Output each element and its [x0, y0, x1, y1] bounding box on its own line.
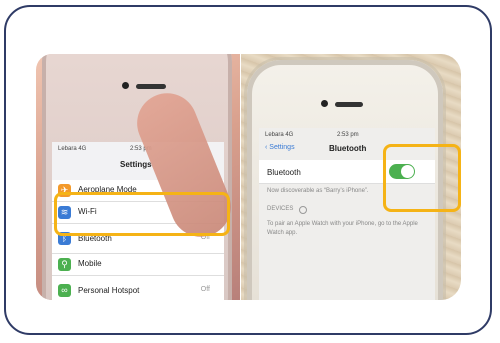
status-carrier: Lebara 4G [265, 132, 294, 138]
page-title: Settings [120, 160, 152, 169]
status-time: 2:53 pm [337, 132, 359, 138]
discoverable-text: Now discoverable as “Barry’s iPhone”. [267, 188, 369, 194]
status-carrier: Lebara 4G [58, 146, 87, 152]
row-value: Off [200, 286, 210, 293]
camera-icon [321, 100, 328, 107]
camera-icon [122, 82, 129, 89]
loading-spinner-icon [299, 206, 307, 214]
page-title: Bluetooth [329, 144, 367, 153]
speaker-grille [136, 84, 166, 89]
antenna-icon: ⚲ [58, 258, 71, 271]
back-button[interactable]: ‹ Settings [265, 144, 295, 151]
settings-photo: Lebara 4G 2:53 pm Settings ✈ Aeroplane M… [36, 54, 240, 300]
row-label: Mobile [78, 259, 102, 268]
speaker-grille [335, 102, 363, 107]
row-label: Personal Hotspot [78, 286, 140, 295]
settings-row-mobile[interactable]: ⚲ Mobile [52, 254, 224, 276]
pair-instructions: To pair an Apple Watch with your iPhone,… [267, 221, 418, 236]
bluetooth-label: Bluetooth [267, 168, 301, 177]
toggle-highlight [383, 144, 461, 212]
bluetooth-photo: Lebara 4G 2:53 pm ‹ Settings Bluetooth B… [241, 54, 461, 300]
settings-row-hotspot[interactable]: ∞ Personal Hotspot Off [52, 276, 224, 300]
devices-header: DEVICES [267, 206, 294, 212]
bluetooth-row-highlight [54, 192, 230, 236]
link-icon: ∞ [58, 284, 71, 297]
back-label: Settings [269, 144, 295, 151]
